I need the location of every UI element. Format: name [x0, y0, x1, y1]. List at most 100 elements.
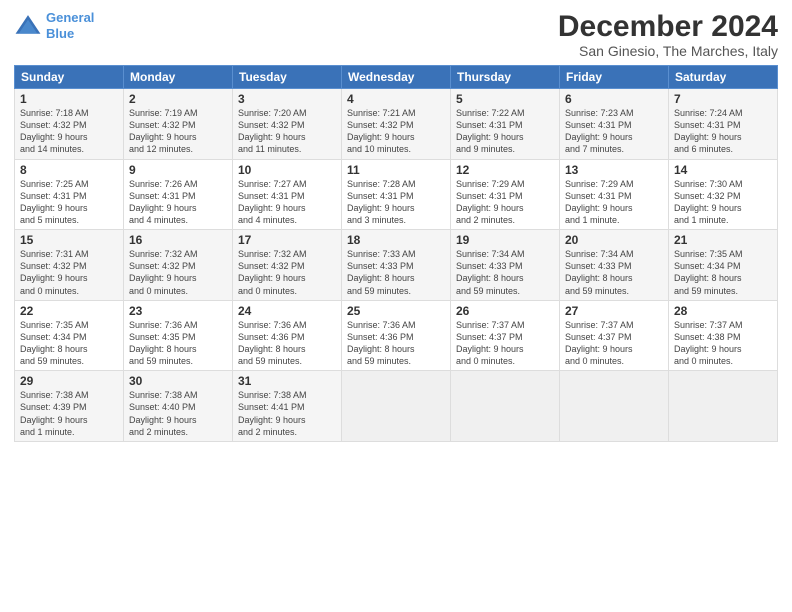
- week-row-1: 1Sunrise: 7:18 AM Sunset: 4:32 PM Daylig…: [15, 89, 778, 160]
- calendar-cell: 3Sunrise: 7:20 AM Sunset: 4:32 PM Daylig…: [233, 89, 342, 160]
- calendar-cell: 25Sunrise: 7:36 AM Sunset: 4:36 PM Dayli…: [342, 300, 451, 371]
- day-info: Sunrise: 7:28 AM Sunset: 4:31 PM Dayligh…: [347, 178, 445, 227]
- day-info: Sunrise: 7:38 AM Sunset: 4:39 PM Dayligh…: [20, 389, 118, 438]
- day-info: Sunrise: 7:33 AM Sunset: 4:33 PM Dayligh…: [347, 248, 445, 297]
- calendar-cell: 2Sunrise: 7:19 AM Sunset: 4:32 PM Daylig…: [124, 89, 233, 160]
- day-number: 31: [238, 374, 336, 388]
- calendar-cell: 31Sunrise: 7:38 AM Sunset: 4:41 PM Dayli…: [233, 371, 342, 442]
- week-row-5: 29Sunrise: 7:38 AM Sunset: 4:39 PM Dayli…: [15, 371, 778, 442]
- day-info: Sunrise: 7:27 AM Sunset: 4:31 PM Dayligh…: [238, 178, 336, 227]
- day-info: Sunrise: 7:25 AM Sunset: 4:31 PM Dayligh…: [20, 178, 118, 227]
- day-info: Sunrise: 7:36 AM Sunset: 4:36 PM Dayligh…: [238, 319, 336, 368]
- day-info: Sunrise: 7:22 AM Sunset: 4:31 PM Dayligh…: [456, 107, 554, 156]
- day-number: 26: [456, 304, 554, 318]
- week-row-3: 15Sunrise: 7:31 AM Sunset: 4:32 PM Dayli…: [15, 230, 778, 301]
- day-info: Sunrise: 7:37 AM Sunset: 4:38 PM Dayligh…: [674, 319, 772, 368]
- logo-line1: General: [46, 10, 94, 25]
- calendar-cell: [560, 371, 669, 442]
- main-title: December 2024: [558, 10, 778, 43]
- day-number: 3: [238, 92, 336, 106]
- day-number: 1: [20, 92, 118, 106]
- calendar-cell: 24Sunrise: 7:36 AM Sunset: 4:36 PM Dayli…: [233, 300, 342, 371]
- calendar-cell: 18Sunrise: 7:33 AM Sunset: 4:33 PM Dayli…: [342, 230, 451, 301]
- day-info: Sunrise: 7:35 AM Sunset: 4:34 PM Dayligh…: [20, 319, 118, 368]
- day-number: 27: [565, 304, 663, 318]
- day-info: Sunrise: 7:37 AM Sunset: 4:37 PM Dayligh…: [565, 319, 663, 368]
- day-number: 8: [20, 163, 118, 177]
- day-number: 24: [238, 304, 336, 318]
- day-number: 21: [674, 233, 772, 247]
- day-number: 12: [456, 163, 554, 177]
- day-number: 10: [238, 163, 336, 177]
- calendar-cell: 27Sunrise: 7:37 AM Sunset: 4:37 PM Dayli…: [560, 300, 669, 371]
- day-info: Sunrise: 7:32 AM Sunset: 4:32 PM Dayligh…: [129, 248, 227, 297]
- day-info: Sunrise: 7:34 AM Sunset: 4:33 PM Dayligh…: [565, 248, 663, 297]
- weekday-thursday: Thursday: [451, 66, 560, 89]
- header: General Blue December 2024 San Ginesio, …: [14, 10, 778, 59]
- calendar-cell: 22Sunrise: 7:35 AM Sunset: 4:34 PM Dayli…: [15, 300, 124, 371]
- calendar-cell: 13Sunrise: 7:29 AM Sunset: 4:31 PM Dayli…: [560, 159, 669, 230]
- calendar-cell: 5Sunrise: 7:22 AM Sunset: 4:31 PM Daylig…: [451, 89, 560, 160]
- day-info: Sunrise: 7:20 AM Sunset: 4:32 PM Dayligh…: [238, 107, 336, 156]
- day-info: Sunrise: 7:30 AM Sunset: 4:32 PM Dayligh…: [674, 178, 772, 227]
- day-info: Sunrise: 7:38 AM Sunset: 4:40 PM Dayligh…: [129, 389, 227, 438]
- day-number: 9: [129, 163, 227, 177]
- day-number: 22: [20, 304, 118, 318]
- day-info: Sunrise: 7:21 AM Sunset: 4:32 PM Dayligh…: [347, 107, 445, 156]
- calendar-cell: 8Sunrise: 7:25 AM Sunset: 4:31 PM Daylig…: [15, 159, 124, 230]
- day-info: Sunrise: 7:36 AM Sunset: 4:36 PM Dayligh…: [347, 319, 445, 368]
- calendar-cell: 10Sunrise: 7:27 AM Sunset: 4:31 PM Dayli…: [233, 159, 342, 230]
- calendar-cell: [342, 371, 451, 442]
- day-number: 2: [129, 92, 227, 106]
- day-number: 14: [674, 163, 772, 177]
- calendar-cell: 12Sunrise: 7:29 AM Sunset: 4:31 PM Dayli…: [451, 159, 560, 230]
- calendar-cell: 19Sunrise: 7:34 AM Sunset: 4:33 PM Dayli…: [451, 230, 560, 301]
- day-info: Sunrise: 7:35 AM Sunset: 4:34 PM Dayligh…: [674, 248, 772, 297]
- weekday-header-row: SundayMondayTuesdayWednesdayThursdayFrid…: [15, 66, 778, 89]
- calendar-body: 1Sunrise: 7:18 AM Sunset: 4:32 PM Daylig…: [15, 89, 778, 442]
- day-number: 19: [456, 233, 554, 247]
- weekday-tuesday: Tuesday: [233, 66, 342, 89]
- calendar-table: SundayMondayTuesdayWednesdayThursdayFrid…: [14, 65, 778, 442]
- page-container: General Blue December 2024 San Ginesio, …: [0, 0, 792, 448]
- day-number: 4: [347, 92, 445, 106]
- weekday-monday: Monday: [124, 66, 233, 89]
- calendar-cell: 28Sunrise: 7:37 AM Sunset: 4:38 PM Dayli…: [669, 300, 778, 371]
- calendar-cell: 15Sunrise: 7:31 AM Sunset: 4:32 PM Dayli…: [15, 230, 124, 301]
- calendar-cell: [451, 371, 560, 442]
- day-number: 20: [565, 233, 663, 247]
- day-number: 25: [347, 304, 445, 318]
- week-row-4: 22Sunrise: 7:35 AM Sunset: 4:34 PM Dayli…: [15, 300, 778, 371]
- day-number: 16: [129, 233, 227, 247]
- weekday-saturday: Saturday: [669, 66, 778, 89]
- day-info: Sunrise: 7:38 AM Sunset: 4:41 PM Dayligh…: [238, 389, 336, 438]
- calendar-cell: 11Sunrise: 7:28 AM Sunset: 4:31 PM Dayli…: [342, 159, 451, 230]
- day-number: 5: [456, 92, 554, 106]
- day-number: 6: [565, 92, 663, 106]
- day-info: Sunrise: 7:26 AM Sunset: 4:31 PM Dayligh…: [129, 178, 227, 227]
- weekday-wednesday: Wednesday: [342, 66, 451, 89]
- day-number: 30: [129, 374, 227, 388]
- day-info: Sunrise: 7:32 AM Sunset: 4:32 PM Dayligh…: [238, 248, 336, 297]
- calendar-cell: 20Sunrise: 7:34 AM Sunset: 4:33 PM Dayli…: [560, 230, 669, 301]
- calendar-cell: 1Sunrise: 7:18 AM Sunset: 4:32 PM Daylig…: [15, 89, 124, 160]
- weekday-sunday: Sunday: [15, 66, 124, 89]
- calendar-cell: 7Sunrise: 7:24 AM Sunset: 4:31 PM Daylig…: [669, 89, 778, 160]
- day-info: Sunrise: 7:19 AM Sunset: 4:32 PM Dayligh…: [129, 107, 227, 156]
- day-info: Sunrise: 7:29 AM Sunset: 4:31 PM Dayligh…: [456, 178, 554, 227]
- week-row-2: 8Sunrise: 7:25 AM Sunset: 4:31 PM Daylig…: [15, 159, 778, 230]
- calendar-cell: 9Sunrise: 7:26 AM Sunset: 4:31 PM Daylig…: [124, 159, 233, 230]
- subtitle: San Ginesio, The Marches, Italy: [558, 43, 778, 59]
- day-number: 7: [674, 92, 772, 106]
- day-number: 29: [20, 374, 118, 388]
- logo-line2: Blue: [46, 26, 74, 41]
- calendar-cell: 30Sunrise: 7:38 AM Sunset: 4:40 PM Dayli…: [124, 371, 233, 442]
- calendar-cell: [669, 371, 778, 442]
- logo-text: General Blue: [46, 10, 94, 41]
- day-number: 18: [347, 233, 445, 247]
- calendar-cell: 14Sunrise: 7:30 AM Sunset: 4:32 PM Dayli…: [669, 159, 778, 230]
- calendar-cell: 4Sunrise: 7:21 AM Sunset: 4:32 PM Daylig…: [342, 89, 451, 160]
- calendar-cell: 26Sunrise: 7:37 AM Sunset: 4:37 PM Dayli…: [451, 300, 560, 371]
- day-info: Sunrise: 7:29 AM Sunset: 4:31 PM Dayligh…: [565, 178, 663, 227]
- calendar-cell: 17Sunrise: 7:32 AM Sunset: 4:32 PM Dayli…: [233, 230, 342, 301]
